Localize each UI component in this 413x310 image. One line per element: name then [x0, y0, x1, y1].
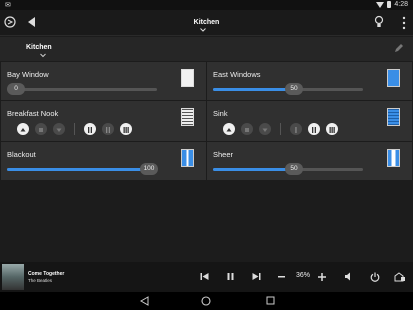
- preset-2-button[interactable]: [308, 123, 320, 135]
- shade-label: Blackout: [7, 150, 36, 159]
- nav-home-icon[interactable]: [201, 296, 211, 306]
- blind-icon: [387, 108, 400, 126]
- shade-label: Sink: [213, 109, 228, 118]
- shade-stop-button[interactable]: [35, 123, 47, 135]
- shade-up-button[interactable]: [17, 123, 29, 135]
- shade-card-sink: Sink: [207, 101, 412, 141]
- album-art[interactable]: [2, 264, 24, 290]
- volume-down-icon[interactable]: [278, 276, 285, 278]
- pause-icon[interactable]: [226, 272, 235, 281]
- volume-level: 36%: [296, 272, 311, 279]
- shade-half-open-icon: [387, 69, 400, 87]
- shade-closed-icon: [181, 69, 194, 87]
- media-bar: Come Together The Beatles 36%: [0, 262, 413, 292]
- home-theater-icon[interactable]: [394, 272, 406, 282]
- preset-1-button[interactable]: [290, 123, 302, 135]
- battery-icon: [387, 1, 392, 8]
- slider-thumb[interactable]: 50: [285, 83, 303, 95]
- shade-card-sheer: Sheer 50: [207, 142, 412, 180]
- preset-3-button[interactable]: [326, 123, 338, 135]
- shade-card-blackout: Blackout 100: [1, 142, 206, 180]
- song-title: Come Together: [28, 271, 65, 277]
- slider-thumb[interactable]: 0: [7, 83, 25, 95]
- shade-card-bay-window: Bay Window 0: [1, 62, 206, 100]
- preset-3-button[interactable]: [120, 123, 132, 135]
- shade-label: Sheer: [213, 150, 234, 159]
- shade-stop-button[interactable]: [241, 123, 253, 135]
- divider: [74, 123, 75, 135]
- status-time: 4:28: [394, 1, 408, 8]
- shade-down-button[interactable]: [53, 123, 65, 135]
- top-bar: Kitchen: [0, 10, 413, 36]
- preset-2-button[interactable]: [102, 123, 114, 135]
- more-vertical-icon[interactable]: [402, 16, 406, 30]
- shade-button-row: [17, 123, 132, 135]
- shade-up-button[interactable]: [223, 123, 235, 135]
- shade-button-row: [223, 123, 338, 135]
- status-app-icon: ✉: [5, 2, 11, 9]
- nav-back-icon[interactable]: [140, 296, 149, 306]
- artist-name: The Beatles: [28, 278, 53, 283]
- shade-label: Bay Window: [7, 70, 49, 79]
- nav-recents-icon[interactable]: [266, 296, 275, 305]
- lightbulb-icon[interactable]: [374, 15, 384, 29]
- next-track-icon[interactable]: [252, 272, 261, 281]
- slider-thumb[interactable]: 50: [285, 163, 303, 175]
- edit-pencil-icon[interactable]: [394, 43, 404, 53]
- shade-slider[interactable]: 100: [7, 163, 158, 175]
- room-bar: Kitchen: [0, 37, 413, 61]
- power-icon[interactable]: [370, 272, 380, 282]
- shade-card-breakfast-nook: Breakfast Nook: [1, 101, 206, 141]
- shade-down-button[interactable]: [259, 123, 271, 135]
- status-bar: ✉ 4:28: [0, 0, 413, 10]
- drapery-icon: [387, 149, 400, 167]
- page-title[interactable]: Kitchen: [0, 19, 413, 26]
- shade-slider[interactable]: 0: [7, 83, 157, 95]
- preset-1-button[interactable]: [84, 123, 96, 135]
- speaker-mute-icon[interactable]: [344, 272, 353, 281]
- shade-label: Breakfast Nook: [7, 109, 59, 118]
- previous-track-icon[interactable]: [200, 272, 209, 281]
- blind-icon: [181, 108, 194, 126]
- room-selector[interactable]: Kitchen: [26, 44, 52, 51]
- system-nav-bar: [0, 292, 413, 310]
- chevron-down-icon[interactable]: [200, 27, 206, 33]
- chevron-down-icon[interactable]: [40, 53, 46, 58]
- wifi-icon: [376, 1, 385, 8]
- shade-label: East Windows: [213, 70, 261, 79]
- shade-slider[interactable]: 50: [213, 83, 363, 95]
- shade-slider[interactable]: 50: [213, 163, 363, 175]
- divider: [280, 123, 281, 135]
- shade-card-east-windows: East Windows 50: [207, 62, 412, 100]
- slider-thumb[interactable]: 100: [140, 163, 158, 175]
- volume-up-icon[interactable]: [318, 273, 326, 281]
- drapery-icon: [181, 149, 194, 167]
